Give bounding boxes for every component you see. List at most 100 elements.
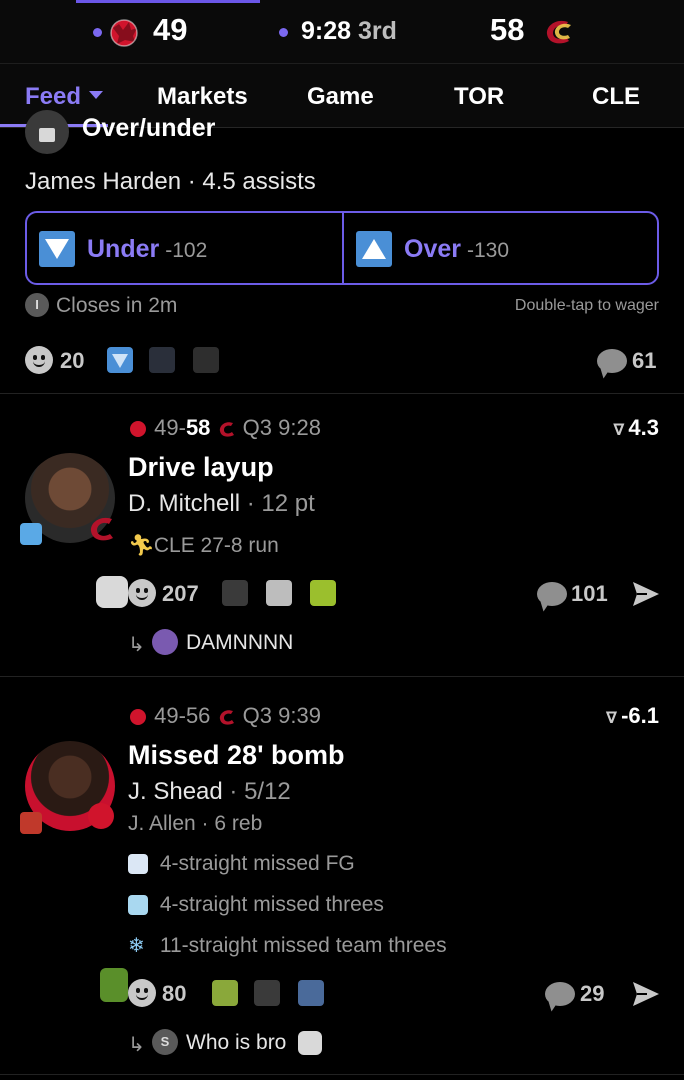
play-title: Drive layup xyxy=(128,452,274,482)
divider xyxy=(0,676,684,677)
play-clock: Q3 9:39 xyxy=(242,703,321,728)
wager-hint: Double-tap to wager xyxy=(514,297,659,314)
share-send-icon[interactable] xyxy=(631,980,661,1008)
play-note: ❄ 11-straight missed team threes xyxy=(128,933,447,958)
over-odds: -130 xyxy=(466,239,510,262)
down-triangle-icon xyxy=(39,231,75,267)
play-away-score: 49 xyxy=(154,703,179,728)
reaction-gif-icon xyxy=(212,980,238,1006)
play-note: 🏃︎ CLE 27-8 run xyxy=(128,534,279,558)
player-stat: 5/12 xyxy=(244,778,291,805)
top-reply[interactable]: Who is bro xyxy=(186,1031,323,1056)
reaction-gif-icon xyxy=(310,580,336,606)
raptors-logo-icon xyxy=(130,421,146,438)
comment-count: 101 xyxy=(571,581,608,606)
up-triangle-icon xyxy=(356,231,392,267)
divider xyxy=(0,1074,684,1075)
comment-icon[interactable] xyxy=(597,349,627,373)
reaction-sticker-icon xyxy=(96,576,128,608)
play-away-score: 49 xyxy=(154,415,179,440)
live-dot xyxy=(279,28,288,37)
market-reactions: 20 61 xyxy=(25,345,659,379)
divider xyxy=(0,393,684,394)
wager-options: Under -102 Over -130 xyxy=(25,211,659,285)
reaction-count: 20 xyxy=(60,348,85,373)
raptors-logo-icon xyxy=(110,19,138,47)
assist-stat: 6 reb xyxy=(214,812,263,835)
play-reactions: 80 29 xyxy=(100,968,661,1010)
comment-icon[interactable] xyxy=(545,982,575,1006)
note-text: CLE 27-8 run xyxy=(153,534,279,557)
tab-feed-label: Feed xyxy=(25,83,82,110)
add-reaction-icon[interactable] xyxy=(128,579,156,607)
reaction-gif-icon xyxy=(222,580,248,606)
under-reaction-icon xyxy=(107,347,133,373)
cavaliers-logo-icon xyxy=(219,422,234,437)
tab-cle[interactable]: CLE xyxy=(592,83,640,111)
chevron-down-icon xyxy=(89,90,104,99)
bucket-icon xyxy=(20,523,42,545)
play-title: Missed 28' bomb xyxy=(128,740,345,770)
play-note: 4-straight missed FG xyxy=(128,852,355,876)
scoreboard: 49 9:28 3rd 58 xyxy=(0,0,684,64)
under-button[interactable]: Under -102 xyxy=(27,213,342,283)
play-score-line: 49-56 Q3 9:39 xyxy=(128,703,321,729)
reply-arrow-icon: ↳ xyxy=(128,1034,145,1056)
reply-avatar: S xyxy=(152,1029,178,1055)
tab-game[interactable]: Game xyxy=(307,83,374,111)
reaction-gif-icon xyxy=(254,980,280,1006)
play-assist[interactable]: J. Allen · 6 reb xyxy=(128,812,262,836)
snowflake-icon: ❄ xyxy=(128,935,145,957)
comment-count: 29 xyxy=(580,981,605,1006)
clock-time: 9:28 xyxy=(301,17,352,45)
reaction-sticker-icon xyxy=(100,968,128,1002)
scoreboard-indicator xyxy=(76,0,260,3)
win-prob-change: ∇ -6.1 xyxy=(605,703,659,728)
reaction-gif-icon xyxy=(298,980,324,1006)
tab-tor[interactable]: TOR xyxy=(454,83,504,111)
play-clock: Q3 9:28 xyxy=(242,415,321,440)
player-name: D. Mitchell xyxy=(128,490,241,517)
ice-cube-icon xyxy=(128,895,148,916)
away-score: 49 xyxy=(153,12,188,47)
comment-count: 61 xyxy=(632,348,657,373)
reply-arrow-icon: ↳ xyxy=(128,634,145,656)
tab-feed[interactable]: Feed xyxy=(25,83,104,111)
win-prob-value: 4.3 xyxy=(628,415,659,440)
reply-text: Who is bro xyxy=(186,1031,287,1054)
cavaliers-logo-icon xyxy=(90,517,113,541)
game-clock: 9:28 3rd xyxy=(301,17,397,46)
reply-avatar xyxy=(152,629,178,655)
assist-name: J. Allen xyxy=(128,812,196,835)
play-player[interactable]: J. Shead · 5/12 xyxy=(128,778,291,806)
play-home-score: 56 xyxy=(185,703,211,728)
running-icon: 🏃︎ xyxy=(128,534,155,557)
reaction-gif-icon xyxy=(193,347,219,373)
reaction-count: 80 xyxy=(162,981,187,1006)
tab-markets[interactable]: Markets xyxy=(157,83,248,111)
reaction-gif-icon xyxy=(149,347,175,373)
market-type-icon xyxy=(25,110,69,154)
reaction-count: 207 xyxy=(162,581,199,606)
raptors-logo-icon xyxy=(88,803,114,829)
note-text: 4-straight missed FG xyxy=(159,852,355,875)
add-reaction-icon[interactable] xyxy=(128,979,156,1007)
brick-icon xyxy=(20,812,42,834)
player-name: J. Shead xyxy=(128,778,223,805)
share-send-icon[interactable] xyxy=(631,580,661,608)
top-reply[interactable]: DAMNNNN xyxy=(186,631,293,655)
under-label: Under xyxy=(87,235,160,263)
win-prob-value: -6.1 xyxy=(621,703,659,728)
over-button[interactable]: Over -130 xyxy=(344,213,659,283)
reaction-gif-icon xyxy=(266,580,292,606)
play-note: 4-straight missed threes xyxy=(128,893,384,917)
note-text: 11-straight missed team threes xyxy=(159,934,447,957)
play-player[interactable]: D. Mitchell · 12 pt xyxy=(128,490,315,518)
add-reaction-icon[interactable] xyxy=(25,346,53,374)
raptors-logo-icon xyxy=(130,709,146,726)
reply-sticker-icon xyxy=(298,1031,323,1056)
play-home-score: 58 xyxy=(185,415,211,440)
win-prob-change: ∇ 4.3 xyxy=(613,415,659,440)
comment-icon[interactable] xyxy=(537,582,567,606)
under-odds: -102 xyxy=(165,239,208,262)
